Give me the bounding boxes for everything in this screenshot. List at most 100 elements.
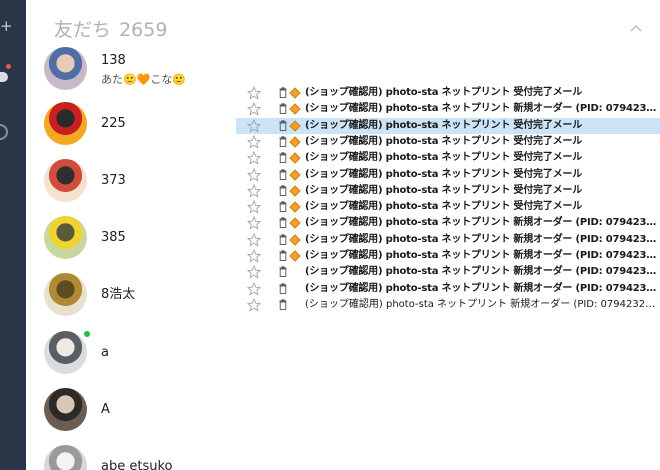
mail-row[interactable]: (ショップ確認用) photo-sta ネットプリント 新規オーダー (PID:…: [236, 297, 660, 313]
mail-list-panel: (ショップ確認用) photo-sta ネットプリント 受付完了メール (ショップ…: [236, 82, 660, 320]
mail-row[interactable]: (ショップ確認用) photo-sta ネットプリント 受付完了メール: [236, 150, 660, 166]
diamond-tag-icon: [289, 201, 301, 213]
star-outline-icon[interactable]: [247, 232, 261, 248]
add-icon[interactable]: +: [0, 19, 13, 34]
online-status-dot: [84, 331, 90, 337]
friend-item[interactable]: 373: [44, 159, 264, 205]
chevron-up-icon[interactable]: [629, 22, 643, 36]
diamond-tag-icon: [289, 136, 301, 148]
mail-row[interactable]: (ショップ確認用) photo-sta ネットプリント 受付完了メール: [236, 134, 660, 150]
star-outline-icon[interactable]: [247, 281, 261, 297]
mail-row[interactable]: (ショップ確認用) photo-sta ネットプリント 新規オーダー (PID:…: [236, 248, 660, 264]
avatar: [44, 102, 87, 145]
trash-icon[interactable]: [279, 136, 287, 147]
mail-subject: (ショップ確認用) photo-sta ネットプリント 新規オーダー (PID:…: [305, 233, 657, 245]
friend-item[interactable]: abe etsuko: [44, 445, 264, 470]
avatar: [44, 159, 87, 202]
trash-icon[interactable]: [279, 266, 287, 278]
friend-item[interactable]: A: [44, 388, 264, 434]
star-outline-icon[interactable]: [247, 134, 261, 150]
friend-item[interactable]: 138 あた🙂🧡こな🙂: [44, 47, 264, 93]
star-outline-icon[interactable]: [247, 199, 261, 215]
mail-subject: (ショップ確認用) photo-sta ネットプリント 受付完了メール: [305, 201, 583, 213]
diamond-tag-icon: [289, 152, 301, 164]
notification-dot: [6, 64, 11, 69]
mail-row[interactable]: (ショップ確認用) photo-sta ネットプリント 受付完了メール: [236, 183, 660, 199]
diamond-tag-icon: [289, 168, 301, 181]
mail-row[interactable]: (ショップ確認用) photo-sta ネットプリント 新規オーダー (PID:…: [236, 101, 660, 117]
avatar: [44, 331, 87, 374]
star-outline-icon[interactable]: [247, 297, 261, 313]
left-nav-rail: +: [0, 0, 26, 470]
star-outline-icon[interactable]: [247, 85, 261, 101]
star-outline-icon[interactable]: [247, 183, 261, 199]
trash-icon[interactable]: [279, 201, 287, 213]
mail-row[interactable]: (ショップ確認用) photo-sta ネットプリント 受付完了メール: [236, 167, 660, 183]
mail-row-cutoff: [236, 320, 660, 324]
trash-icon[interactable]: [279, 119, 287, 131]
mail-row[interactable]: (ショップ確認用) photo-sta ネットプリント 受付完了メール: [236, 199, 660, 215]
star-outline-icon[interactable]: [247, 248, 261, 264]
mail-subject: (ショップ確認用) photo-sta ネットプリント 受付完了メール: [305, 135, 583, 147]
mail-row[interactable]: (ショップ確認用) photo-sta ネットプリント 新規オーダー (PID:…: [236, 215, 660, 231]
star-outline-icon[interactable]: [247, 101, 261, 117]
friend-name: 138: [101, 53, 126, 68]
friend-name: a: [101, 345, 109, 360]
mail-row[interactable]: (ショップ確認用) photo-sta ネットプリント 受付完了メール: [236, 85, 660, 101]
mail-subject: (ショップ確認用) photo-sta ネットプリント 新規オーダー (PID:…: [305, 250, 657, 261]
mail-subject: (ショップ確認用) photo-sta ネットプリント 新規オーダー (PID:…: [305, 266, 657, 278]
friend-item[interactable]: 385: [44, 216, 264, 262]
trash-icon[interactable]: [279, 282, 287, 294]
mail-subject: (ショップ確認用) photo-sta ネットプリント 受付完了メール: [305, 184, 583, 196]
app-window: + 友だち 2659 138 あた🙂🧡こな🙂 225 373 385 8浩太 a Aabe e…: [0, 0, 660, 470]
trash-icon[interactable]: [279, 299, 287, 310]
friend-name: 373: [101, 173, 126, 188]
diamond-tag-icon: [289, 234, 301, 246]
diamond-tag-icon: [289, 119, 301, 132]
friend-name: 385: [101, 230, 126, 245]
chat-icon[interactable]: [0, 72, 8, 82]
diamond-tag-icon: [289, 87, 301, 99]
friend-item[interactable]: 8浩太: [44, 273, 264, 319]
trash-icon[interactable]: [279, 87, 287, 98]
diamond-tag-icon: [289, 217, 301, 230]
diamond-tag-icon: [289, 250, 301, 262]
mail-row[interactable]: (ショップ確認用) photo-sta ネットプリント 受付完了メール: [236, 117, 660, 134]
mail-subject: (ショップ確認用) photo-sta ネットプリント 受付完了メール: [305, 119, 583, 131]
star-outline-icon[interactable]: [247, 215, 261, 231]
star-outline-icon[interactable]: [247, 167, 261, 183]
friend-name: 8浩太: [101, 287, 136, 302]
mail-row[interactable]: (ショップ確認用) photo-sta ネットプリント 新規オーダー (PID:…: [236, 232, 660, 248]
mail-subject: (ショップ確認用) photo-sta ネットプリント 受付完了メール: [305, 87, 583, 98]
trash-icon[interactable]: [279, 103, 287, 115]
star-outline-icon[interactable]: [247, 264, 261, 280]
trash-icon[interactable]: [279, 233, 287, 245]
mail-subject: (ショップ確認用) photo-sta ネットプリント 新規オーダー (PID:…: [305, 103, 657, 115]
mail-subject: (ショップ確認用) photo-sta ネットプリント 新規オーダー (PID:…: [305, 217, 657, 229]
trash-icon[interactable]: [279, 217, 287, 229]
avatar: [44, 388, 87, 431]
mail-subject: (ショップ確認用) photo-sta ネットプリント 受付完了メール: [305, 168, 583, 180]
avatar: [44, 273, 87, 316]
mail-row[interactable]: (ショップ確認用) photo-sta ネットプリント 新規オーダー (PID:…: [236, 281, 660, 297]
friend-name: A: [101, 402, 110, 417]
friends-section-header[interactable]: 友だち 2659: [54, 18, 167, 42]
friend-name: abe etsuko: [101, 459, 173, 470]
star-outline-icon[interactable]: [247, 118, 261, 134]
friend-name: 225: [101, 116, 126, 131]
mail-row[interactable]: (ショップ確認用) photo-sta ネットプリント 新規オーダー (PID:…: [236, 264, 660, 280]
trash-icon[interactable]: [279, 185, 287, 196]
trash-icon[interactable]: [279, 152, 287, 164]
diamond-tag-icon: [289, 103, 301, 115]
friend-item[interactable]: a: [44, 331, 264, 377]
mail-subject: (ショップ確認用) photo-sta ネットプリント 新規オーダー (PID:…: [305, 282, 657, 294]
trash-icon[interactable]: [279, 250, 287, 261]
avatar: [44, 47, 87, 90]
avatar: [44, 216, 87, 259]
friend-status-message: あた🙂🧡こな🙂: [101, 73, 187, 86]
friend-item[interactable]: 225: [44, 102, 264, 148]
star-outline-icon[interactable]: [247, 150, 261, 166]
trash-icon[interactable]: [279, 168, 287, 180]
diamond-tag-icon: [289, 185, 301, 197]
timeline-icon[interactable]: [0, 124, 8, 140]
